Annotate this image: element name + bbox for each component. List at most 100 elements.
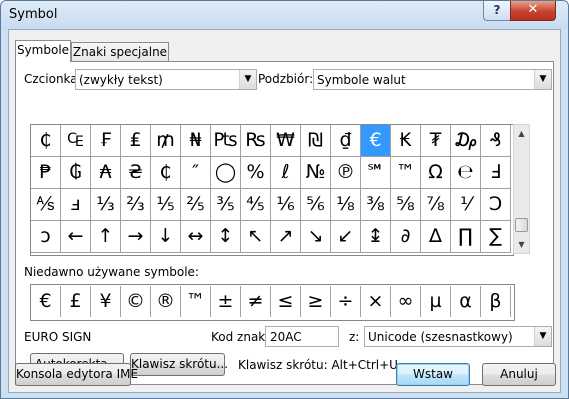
scrollbar-thumb[interactable]	[515, 218, 528, 232]
symbol-cell[interactable]: ₮	[421, 125, 451, 157]
recent-symbol-cell[interactable]: β	[481, 286, 511, 317]
recent-symbol-cell[interactable]: µ	[421, 286, 451, 317]
close-button[interactable]: ✕	[510, 1, 556, 21]
symbol-cell[interactable]: ₲	[61, 157, 91, 189]
chevron-down-icon[interactable]: ▼	[534, 70, 551, 89]
symbol-cell[interactable]: ↑	[91, 221, 121, 253]
cancel-button[interactable]: Anuluj	[482, 363, 556, 386]
symbol-cell[interactable]: №	[301, 157, 331, 189]
symbol-cell[interactable]: ₨	[241, 125, 271, 157]
chevron-down-icon[interactable]: ▼	[239, 70, 256, 89]
symbol-cell[interactable]: ₳	[91, 157, 121, 189]
scroll-down-icon[interactable]: ▼	[514, 236, 529, 253]
help-button[interactable]: ?	[483, 1, 511, 21]
symbol-cell[interactable]: ↖	[241, 221, 271, 253]
symbol-cell[interactable]: →	[121, 221, 151, 253]
char-code-input[interactable]: 20AC	[265, 326, 339, 347]
recent-symbol-cell[interactable]: ®	[151, 286, 181, 317]
symbol-cell[interactable]: ₦	[181, 125, 211, 157]
symbol-cell[interactable]: ↨	[361, 221, 391, 253]
symbol-cell[interactable]: ₱	[31, 157, 61, 189]
tab-special-characters[interactable]: Znaki specjalne	[71, 42, 169, 62]
symbol-cell[interactable]: ₫	[331, 125, 361, 157]
recent-symbol-cell[interactable]: ×	[361, 286, 391, 317]
symbol-cell[interactable]: ⅜	[361, 189, 391, 221]
symbol-cell[interactable]: ⅓	[91, 189, 121, 221]
title-bar[interactable]: Symbol ? ✕	[1, 1, 568, 29]
recent-symbol-cell[interactable]: ∞	[391, 286, 421, 317]
from-dropdown[interactable]: Unicode (szesnastkowy) ▼	[364, 326, 552, 347]
symbol-cell[interactable]: %	[241, 157, 271, 189]
recent-symbol-cell[interactable]: ™	[181, 286, 211, 317]
recent-symbol-cell[interactable]: ±	[211, 286, 241, 317]
symbol-cell[interactable]: ⅛	[331, 189, 361, 221]
symbol-cell[interactable]: ⅍	[31, 189, 61, 221]
symbol-cell[interactable]: ₪	[301, 125, 331, 157]
subset-dropdown[interactable]: Symbole walut ▼	[313, 69, 552, 90]
symbol-grid[interactable]: ₵ ₠ ₣ ₤ ₥ ₦ ₧ ₨ ₩ ₪ ₫ € ₭ ₮ ₯ ₰ ₱ ₲ ₳ ₴ ₵ ″ ◯% ℓ № ℗ ℠ ™ Ω ℮ Ⅎ ⅍ ⅎ ⅓ ⅔ ⅕ ⅖ ⅗ ⅘…	[30, 124, 514, 256]
symbol-cell[interactable]: ←	[61, 221, 91, 253]
symbol-cell[interactable]: ⅚	[301, 189, 331, 221]
symbol-cell[interactable]: ₩	[271, 125, 301, 157]
symbol-cell[interactable]: ◯	[211, 157, 241, 189]
symbol-cell[interactable]: ∆	[421, 221, 451, 253]
symbol-cell[interactable]: ↄ	[31, 221, 61, 253]
shortcut-key-button[interactable]: Klawisz skrótu...	[130, 353, 228, 376]
symbol-cell[interactable]: ⅞	[421, 189, 451, 221]
recent-symbol-cell[interactable]: ≤	[271, 286, 301, 317]
symbol-cell[interactable]: ₠	[61, 125, 91, 157]
scroll-up-icon[interactable]: ▲	[514, 125, 529, 142]
symbol-cell[interactable]: ∑	[481, 221, 511, 253]
symbol-cell[interactable]: ∏	[451, 221, 481, 253]
recent-symbol-cell[interactable]: €	[31, 286, 61, 317]
symbol-cell[interactable]: ↔	[181, 221, 211, 253]
symbol-cell[interactable]: ℗	[331, 157, 361, 189]
recent-symbol-cell[interactable]: α	[451, 286, 481, 317]
symbol-cell[interactable]: ⅕	[151, 189, 181, 221]
symbol-cell[interactable]: ₵	[31, 125, 61, 157]
symbol-cell[interactable]: ↕	[211, 221, 241, 253]
symbol-cell[interactable]: ₰	[481, 125, 511, 157]
symbol-grid-scrollbar[interactable]: ▲ ▼	[513, 124, 530, 254]
symbol-cell[interactable]: ↗	[271, 221, 301, 253]
symbol-cell[interactable]: ℓ	[271, 157, 301, 189]
symbol-cell[interactable]: ⅘	[241, 189, 271, 221]
symbol-cell[interactable]: ↙	[331, 221, 361, 253]
symbol-cell[interactable]: ₯	[451, 125, 481, 157]
symbol-cell[interactable]: Ↄ	[481, 189, 511, 221]
insert-button[interactable]: Wstaw	[396, 363, 470, 386]
symbol-cell[interactable]: ∂	[391, 221, 421, 253]
symbol-cell[interactable]: ₥	[151, 125, 181, 157]
symbol-cell[interactable]: ™	[391, 157, 421, 189]
symbol-cell[interactable]: ↘	[301, 221, 331, 253]
tab-symbols[interactable]: Symbole	[15, 40, 71, 62]
symbol-cell[interactable]: ⅝	[391, 189, 421, 221]
font-dropdown[interactable]: (zwykły tekst) ▼	[75, 69, 257, 90]
recent-symbol-cell[interactable]: ≥	[301, 286, 331, 317]
symbol-cell[interactable]: Ω	[421, 157, 451, 189]
recent-symbol-cell[interactable]: £	[61, 286, 91, 317]
chevron-down-icon[interactable]: ▼	[534, 327, 551, 346]
symbol-cell[interactable]: ₴	[121, 157, 151, 189]
symbol-cell[interactable]: ⅎ	[61, 189, 91, 221]
recent-symbols-row[interactable]: € £ ¥ © ® ™ ± ≠ ≤ ≥ ÷ × ∞ µ α β	[30, 284, 515, 321]
symbol-cell[interactable]: ₭	[391, 125, 421, 157]
ime-console-button[interactable]: Konsola edytora IME	[15, 363, 138, 386]
symbol-cell[interactable]: ₤	[121, 125, 151, 157]
symbol-cell[interactable]: ℠	[361, 157, 391, 189]
symbol-cell[interactable]: ⅙	[271, 189, 301, 221]
recent-symbol-cell[interactable]: ≠	[241, 286, 271, 317]
symbol-cell[interactable]: ₵	[151, 157, 181, 189]
symbol-cell[interactable]: ⅔	[121, 189, 151, 221]
recent-symbol-cell[interactable]: ÷	[331, 286, 361, 317]
symbol-cell[interactable]: ₧	[211, 125, 241, 157]
symbol-cell[interactable]: Ⅎ	[481, 157, 511, 189]
recent-symbol-cell[interactable]: ¥	[91, 286, 121, 317]
recent-symbol-cell[interactable]: ©	[121, 286, 151, 317]
symbol-cell[interactable]: ⅖	[181, 189, 211, 221]
symbol-cell[interactable]: ⅗	[211, 189, 241, 221]
symbol-cell[interactable]: ℮	[451, 157, 481, 189]
symbol-cell[interactable]: ₣	[91, 125, 121, 157]
symbol-cell[interactable]: ″	[181, 157, 211, 189]
symbol-cell[interactable]: ⅟	[451, 189, 481, 221]
